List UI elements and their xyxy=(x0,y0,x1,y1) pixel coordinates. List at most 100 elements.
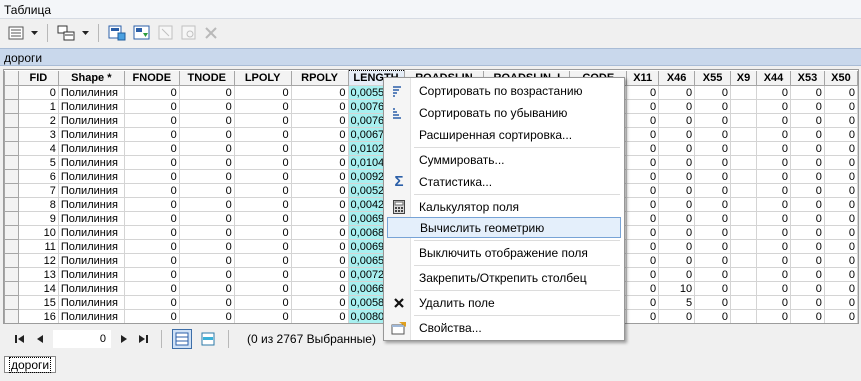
table-cell[interactable]: 0 xyxy=(658,225,696,240)
table-cell[interactable]: 0 xyxy=(694,253,732,268)
table-cell[interactable]: 0 xyxy=(756,211,791,226)
table-cell[interactable]: 0 xyxy=(756,127,791,142)
table-cell[interactable]: 16 xyxy=(17,309,59,323)
table-cell[interactable]: Полилиния xyxy=(57,225,125,240)
table-cell[interactable]: 0 xyxy=(823,141,858,156)
table-cell[interactable]: 0 xyxy=(756,197,791,212)
table-cell[interactable]: 0 xyxy=(178,253,235,268)
table-cell[interactable] xyxy=(730,141,757,156)
table-cell[interactable]: 0 xyxy=(290,295,349,310)
table-cell[interactable]: 0 xyxy=(626,155,660,170)
table-cell[interactable]: 0 xyxy=(290,239,349,254)
table-cell[interactable]: 0 xyxy=(626,113,660,128)
show-selected-records-icon[interactable] xyxy=(198,329,218,349)
table-cell[interactable]: 0 xyxy=(756,141,791,156)
menu-summarize[interactable]: Суммировать... xyxy=(387,149,621,170)
dropdown-arrow-icon[interactable] xyxy=(80,23,91,43)
table-cell[interactable]: 0 xyxy=(626,281,660,296)
table-cell[interactable]: 0 xyxy=(626,85,660,100)
table-cell[interactable]: 0 xyxy=(789,225,825,240)
table-cell[interactable]: Полилиния xyxy=(57,183,125,198)
table-cell[interactable]: 0 xyxy=(694,225,732,240)
table-cell[interactable]: Полилиния xyxy=(57,211,125,226)
table-cell[interactable]: 0 xyxy=(178,197,235,212)
zoom-to-selected-icon[interactable] xyxy=(179,23,199,43)
table-cell[interactable]: 0 xyxy=(178,155,235,170)
table-cell[interactable]: 0 xyxy=(233,113,292,128)
table-cell[interactable]: 0 xyxy=(178,295,235,310)
table-cell[interactable]: 0 xyxy=(658,253,696,268)
table-cell[interactable]: 0 xyxy=(823,309,858,323)
current-record-field[interactable]: 0 xyxy=(53,330,111,348)
table-cell[interactable]: 0 xyxy=(789,169,825,184)
table-cell[interactable]: 0 xyxy=(756,309,791,323)
table-cell[interactable]: 6 xyxy=(17,169,59,184)
table-cell[interactable]: Полилиния xyxy=(57,141,125,156)
table-cell[interactable]: 0 xyxy=(626,183,660,198)
table-cell[interactable]: 0 xyxy=(178,267,235,282)
table-cell[interactable]: 0 xyxy=(823,113,858,128)
table-cell[interactable]: 0 xyxy=(694,295,732,310)
table-cell[interactable]: 0 xyxy=(694,141,732,156)
table-cell[interactable]: 0 xyxy=(626,225,660,240)
table-cell[interactable]: 0 xyxy=(694,267,732,282)
column-header-lpoly[interactable]: LPOLY xyxy=(233,70,292,86)
row-selector[interactable] xyxy=(4,281,19,296)
table-cell[interactable]: 0 xyxy=(290,281,349,296)
table-cell[interactable] xyxy=(730,197,757,212)
table-cell[interactable]: 0 xyxy=(123,309,180,323)
table-cell[interactable]: 0 xyxy=(233,253,292,268)
row-selector[interactable] xyxy=(4,99,19,114)
table-cell[interactable]: 0 xyxy=(789,253,825,268)
table-cell[interactable] xyxy=(730,155,757,170)
table-cell[interactable]: 0 xyxy=(290,99,349,114)
column-header-x9[interactable]: X9 xyxy=(730,70,757,86)
table-cell[interactable]: 15 xyxy=(17,295,59,310)
row-selector[interactable] xyxy=(4,295,19,310)
table-cell[interactable]: 0 xyxy=(694,281,732,296)
table-cell[interactable]: 0 xyxy=(178,239,235,254)
table-cell[interactable]: 0 xyxy=(233,99,292,114)
table-cell[interactable]: 0 xyxy=(823,169,858,184)
table-cell[interactable] xyxy=(730,225,757,240)
table-cell[interactable]: 0 xyxy=(658,127,696,142)
table-cell[interactable] xyxy=(730,295,757,310)
column-header-x55[interactable]: X55 xyxy=(694,70,732,86)
table-cell[interactable]: 0 xyxy=(756,183,791,198)
table-cell[interactable]: 0 xyxy=(658,155,696,170)
table-cell[interactable]: Полилиния xyxy=(57,267,125,282)
table-cell[interactable]: 0 xyxy=(694,85,732,100)
table-cell[interactable]: 0 xyxy=(658,267,696,282)
table-cell[interactable]: 0 xyxy=(178,127,235,142)
row-selector[interactable] xyxy=(4,127,19,142)
table-cell[interactable]: 0 xyxy=(290,253,349,268)
table-cell[interactable]: 0 xyxy=(123,183,180,198)
table-cell[interactable]: 7 xyxy=(17,183,59,198)
column-header-shape[interactable]: Shape * xyxy=(57,70,125,86)
table-cell[interactable]: Полилиния xyxy=(57,197,125,212)
table-cell[interactable]: 0 xyxy=(233,127,292,142)
table-cell[interactable]: 0 xyxy=(123,155,180,170)
table-cell[interactable]: 3 xyxy=(17,127,59,142)
table-cell[interactable]: 0 xyxy=(658,141,696,156)
table-cell[interactable]: 0 xyxy=(658,183,696,198)
table-cell[interactable]: 0 xyxy=(694,113,732,128)
column-header-x46[interactable]: X46 xyxy=(658,70,696,86)
table-cell[interactable]: Полилиния xyxy=(57,295,125,310)
table-cell[interactable]: 0 xyxy=(789,197,825,212)
row-selector[interactable] xyxy=(4,85,19,100)
table-cell[interactable]: 0 xyxy=(290,169,349,184)
table-cell[interactable]: 12 xyxy=(17,253,59,268)
table-cell[interactable]: 0 xyxy=(123,211,180,226)
table-cell[interactable]: 9 xyxy=(17,211,59,226)
table-cell[interactable] xyxy=(730,211,757,226)
column-header-x11[interactable]: X11 xyxy=(626,70,660,86)
table-cell[interactable]: 0 xyxy=(789,211,825,226)
table-cell[interactable]: 0 xyxy=(823,127,858,142)
table-cell[interactable]: 0 xyxy=(290,85,349,100)
column-header-x53[interactable]: X53 xyxy=(789,70,825,86)
table-cell[interactable]: 0 xyxy=(233,155,292,170)
table-cell[interactable]: 0 xyxy=(123,85,180,100)
table-cell[interactable]: 0 xyxy=(290,267,349,282)
table-cell[interactable]: 14 xyxy=(17,281,59,296)
